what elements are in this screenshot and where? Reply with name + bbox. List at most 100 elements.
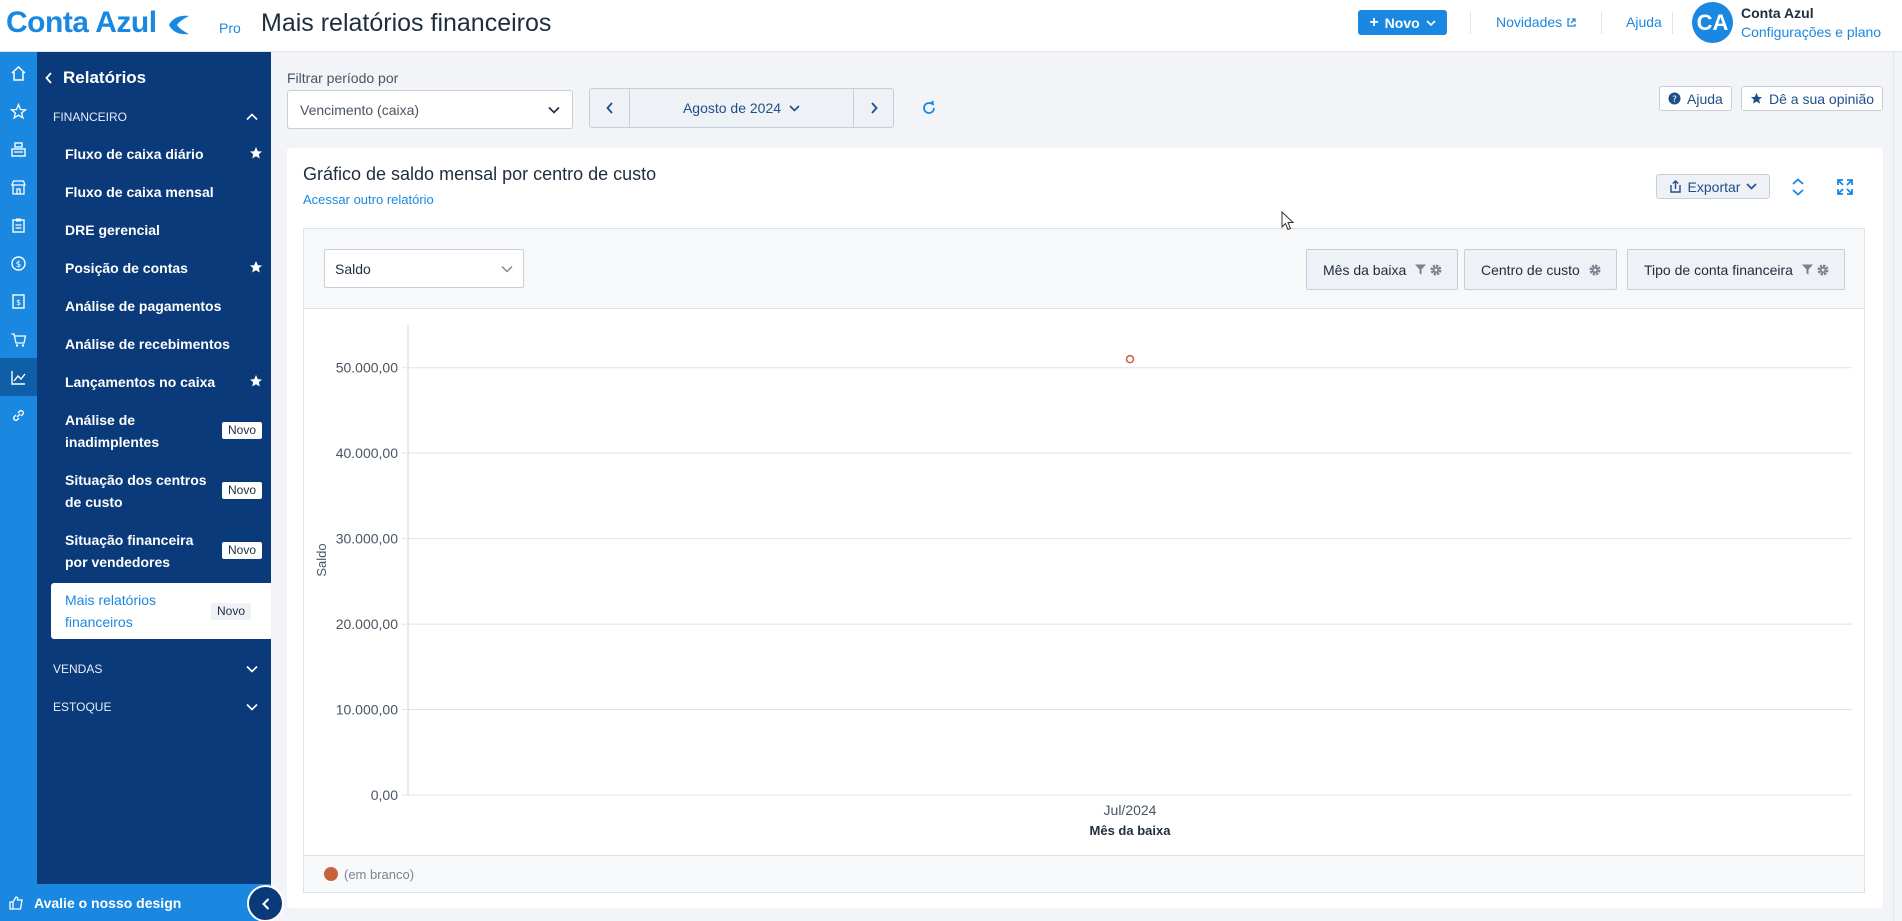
feedback-button-label: Dê a sua opinião	[1769, 90, 1875, 107]
measure-select[interactable]: Saldo	[324, 249, 524, 288]
link-icon[interactable]	[0, 396, 37, 434]
sidebar-title: Relatórios	[63, 68, 147, 87]
rate-design-button[interactable]: Avalie o nosso design	[0, 884, 271, 921]
favorite-star-icon[interactable]	[249, 374, 263, 388]
dimension-mes-baixa[interactable]: Mês da baixa	[1306, 249, 1459, 290]
data-point	[1125, 354, 1135, 364]
gear-icon[interactable]	[1429, 263, 1443, 277]
sidebar-item-fluxo-mensal[interactable]: Fluxo de caixa mensal	[65, 181, 265, 203]
sidebar-item-label: Análise de recebimentos	[65, 336, 230, 352]
new-button[interactable]: + Novo	[1358, 10, 1447, 35]
avatar[interactable]: CA	[1692, 2, 1733, 43]
sidebar-item-fluxo-diario[interactable]: Fluxo de caixa diário	[65, 143, 265, 165]
new-button-label: Novo	[1384, 14, 1420, 31]
billing-icon[interactable]: $	[0, 282, 37, 320]
refresh-icon[interactable]	[919, 98, 939, 118]
period-dropdown[interactable]: Agosto de 2024	[630, 89, 853, 127]
thumbs-up-icon	[9, 895, 23, 910]
report-title: Gráfico de saldo mensal por centro de cu…	[303, 164, 657, 184]
previous-period-button[interactable]	[590, 89, 630, 127]
divider	[1601, 12, 1602, 34]
dimension-label: Centro de custo	[1481, 261, 1580, 278]
other-report-link[interactable]: Acessar outro relatório	[303, 192, 434, 207]
help-link[interactable]: Ajuda	[1626, 14, 1662, 30]
new-badge: Novo	[221, 542, 262, 559]
new-badge: Novo	[221, 482, 262, 499]
external-link-icon	[1567, 17, 1576, 27]
sidebar-item-posicao-contas[interactable]: Posição de contas	[65, 257, 265, 279]
chart-area: 0,00 10.000,00 20.000,00 30.000,00 40.000,00…	[304, 309, 1864, 855]
money-icon[interactable]: $	[0, 244, 37, 282]
sidebar-item-vendedores[interactable]: Situação financeira por vendedores Novo	[65, 529, 265, 573]
filter-icon[interactable]	[1801, 263, 1814, 276]
gear-icon[interactable]	[1816, 263, 1830, 277]
section-vendas[interactable]: VENDAS	[53, 662, 258, 676]
section-estoque[interactable]: ESTOQUE	[53, 700, 258, 714]
clipboard-icon[interactable]	[0, 206, 37, 244]
sidebar-item-analise-pagamentos[interactable]: Análise de pagamentos	[65, 295, 265, 317]
sidebar-item-lancamentos-caixa[interactable]: Lançamentos no caixa	[65, 371, 265, 393]
favorite-star-icon[interactable]	[249, 260, 263, 274]
balance-chart: 0,00 10.000,00 20.000,00 30.000,00 40.000,00…	[314, 325, 1852, 838]
sidebar-item-inadimplentes[interactable]: Análise de inadimplentes Novo	[65, 409, 265, 453]
expand-collapse-icon[interactable]	[1788, 177, 1808, 197]
export-button[interactable]: Exportar	[1656, 174, 1770, 199]
rate-design-label: Avalie o nosso design	[34, 894, 182, 911]
account-settings-link[interactable]: Configurações e plano	[1741, 24, 1881, 40]
favorite-star-icon[interactable]	[249, 146, 263, 160]
y-tick-label: 10.000,00	[336, 702, 398, 718]
report-card: Gráfico de saldo mensal por centro de cu…	[287, 148, 1883, 908]
filter-period-label: Filtrar período por	[287, 70, 399, 86]
star-icon	[1750, 92, 1763, 104]
chevron-down-icon	[789, 104, 800, 112]
sidebar-back-button[interactable]: Relatórios	[45, 68, 146, 88]
y-tick-label: 50.000,00	[336, 360, 398, 376]
new-badge: Novo	[210, 603, 251, 620]
home-icon[interactable]	[0, 54, 37, 92]
account-name: Conta Azul	[1741, 5, 1814, 21]
export-icon	[1669, 180, 1681, 193]
svg-text:$: $	[16, 298, 21, 307]
chevron-up-icon	[246, 113, 258, 121]
next-period-button[interactable]	[853, 89, 893, 127]
reports-chart-icon[interactable]	[0, 358, 37, 396]
y-tick-label: 20.000,00	[336, 616, 398, 632]
gear-icon[interactable]	[1588, 263, 1602, 277]
dimension-centro-custo[interactable]: Centro de custo	[1464, 249, 1617, 290]
store-icon[interactable]	[0, 168, 37, 206]
dimension-tipo-conta[interactable]: Tipo de conta financeira	[1627, 249, 1845, 290]
filter-icon[interactable]	[1414, 263, 1427, 276]
section-financeiro[interactable]: FINANCEIRO	[53, 110, 258, 124]
sidebar-item-label: Posição de contas	[65, 260, 188, 276]
chevron-left-icon	[605, 102, 613, 114]
news-link[interactable]: Novidades	[1496, 14, 1577, 30]
plus-icon: +	[1369, 13, 1379, 31]
sidebar-item-analise-recebimentos[interactable]: Análise de recebimentos	[65, 333, 265, 355]
logo-mark-icon	[165, 11, 191, 35]
y-axis-title: Saldo	[314, 543, 329, 576]
fullscreen-icon[interactable]	[1835, 177, 1855, 197]
page-scrollbar[interactable]	[1893, 52, 1902, 921]
section-label: FINANCEIRO	[53, 110, 128, 124]
x-tick-label: Jul/2024	[1104, 802, 1157, 818]
page-title: Mais relatórios financeiros	[261, 9, 552, 37]
sidebar-item-label: DRE gerencial	[65, 222, 160, 238]
help-button[interactable]: ? Ajuda	[1659, 86, 1732, 111]
star-icon[interactable]	[0, 92, 37, 130]
sidebar-item-centros-custo[interactable]: Situação dos centros de custo Novo	[65, 469, 265, 513]
cash-register-icon[interactable]	[0, 130, 37, 168]
help-button-label: Ajuda	[1687, 90, 1723, 107]
sidebar-item-dre[interactable]: DRE gerencial	[65, 219, 265, 241]
sidebar-item-mais-relatorios[interactable]: Mais relatórios financeiros Novo	[51, 583, 271, 639]
chevron-down-icon	[548, 106, 560, 114]
conta-azul-logo[interactable]: Conta Azul	[6, 6, 191, 40]
chevron-down-icon	[246, 665, 258, 673]
sidebar-item-label: Fluxo de caixa diário	[65, 146, 204, 162]
feedback-button[interactable]: Dê a sua opinião	[1741, 86, 1884, 111]
divider	[1672, 12, 1673, 34]
svg-text:?: ?	[1672, 95, 1677, 105]
collapse-sidebar-button[interactable]	[247, 885, 284, 921]
shopping-cart-icon[interactable]	[0, 320, 37, 358]
period-type-select[interactable]: Vencimento (caixa)	[287, 90, 573, 129]
top-header: Conta Azul Pro Mais relatórios financeir…	[0, 0, 1902, 52]
